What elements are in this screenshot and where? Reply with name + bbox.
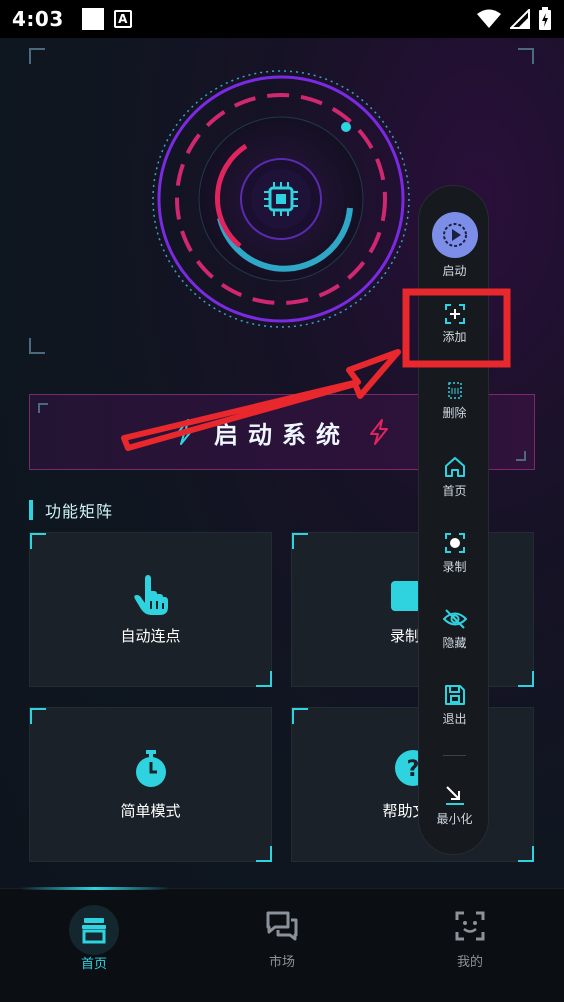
float-item-label: 退出 <box>442 712 467 726</box>
float-divider <box>443 755 466 756</box>
nav-item-home[interactable]: 首页 <box>44 905 144 972</box>
battery-icon <box>539 7 551 30</box>
record-icon <box>444 533 465 553</box>
card-label: 帮助文档 <box>382 802 443 820</box>
play-icon <box>431 212 478 258</box>
floating-toolbar[interactable]: 启动 添加 删除 首页 录制 隐藏 退出 最小化 <box>418 185 489 855</box>
float-item-label: 隐藏 <box>442 636 467 650</box>
bolt-icon <box>370 419 388 445</box>
save-icon <box>444 685 465 705</box>
corner-bracket <box>518 671 534 687</box>
corner-bracket <box>30 533 46 549</box>
nav-glow-line <box>20 887 170 890</box>
corner-bracket <box>29 48 45 64</box>
corner-bracket <box>256 671 272 687</box>
float-item-label: 最小化 <box>436 812 473 826</box>
card-label: 录制器 <box>389 627 435 645</box>
card-recorder[interactable]: 录制器 <box>291 532 534 687</box>
float-item-exit[interactable]: 退出 <box>419 684 490 727</box>
eye-off-icon <box>442 609 467 629</box>
corner-bracket <box>518 48 534 64</box>
delete-icon <box>447 382 462 399</box>
corner-bracket <box>292 708 308 724</box>
hand-pointer-icon <box>133 575 168 615</box>
corner-bracket <box>29 338 45 354</box>
float-item-hide[interactable]: 隐藏 <box>419 608 490 651</box>
add-target-icon <box>444 304 465 324</box>
home-box-icon <box>82 918 106 944</box>
nav-active-bubble <box>69 905 119 955</box>
status-time: 4:03 <box>12 7 64 31</box>
nav-label: 市场 <box>268 955 295 970</box>
wifi-icon <box>477 9 501 28</box>
signal-icon <box>510 9 530 29</box>
home-icon <box>444 457 465 477</box>
float-item-delete[interactable]: 删除 <box>419 380 490 421</box>
section-header: 功能矩阵 <box>29 498 113 522</box>
card-label: 简单模式 <box>120 802 181 820</box>
corner-bracket <box>38 403 48 413</box>
face-icon <box>455 911 485 941</box>
corner-bracket <box>256 846 272 862</box>
float-item-label: 启动 <box>442 264 467 278</box>
bottom-navigation: 首页 市场 我的 <box>0 887 564 1002</box>
chat-icon <box>266 911 298 941</box>
nav-label: 首页 <box>80 957 107 972</box>
nav-item-mine[interactable]: 我的 <box>420 905 520 970</box>
float-item-start[interactable]: 启动 <box>419 212 490 279</box>
bolt-icon <box>176 419 194 445</box>
status-bar: 4:03 A <box>0 0 564 38</box>
card-simple-mode[interactable]: 简单模式 <box>29 707 272 862</box>
float-item-record[interactable]: 录制 <box>419 532 490 575</box>
corner-bracket <box>516 451 526 461</box>
float-item-label: 删除 <box>442 406 467 420</box>
float-item-label: 首页 <box>442 484 467 498</box>
start-system-label: 启动系统 <box>214 420 350 449</box>
float-item-add[interactable]: 添加 <box>419 304 490 345</box>
svg-text:?: ? <box>406 757 419 782</box>
float-item-label: 添加 <box>442 330 467 344</box>
float-item-home[interactable]: 首页 <box>419 456 490 499</box>
nav-item-market[interactable]: 市场 <box>232 905 332 970</box>
system-orb-graphic[interactable] <box>150 68 412 330</box>
app-screen: 4:03 A 启动系统 功能矩阵 自动连点 录制器 简单模式 ? 帮助文档 启动… <box>0 0 564 1002</box>
section-accent-bar <box>29 500 33 520</box>
card-auto-click[interactable]: 自动连点 <box>29 532 272 687</box>
corner-bracket <box>292 533 308 549</box>
float-item-label: 录制 <box>442 560 467 574</box>
notification-square-icon <box>81 8 104 30</box>
corner-bracket <box>30 708 46 724</box>
card-label: 自动连点 <box>120 627 181 645</box>
nav-label: 我的 <box>456 955 483 970</box>
section-title: 功能矩阵 <box>45 502 114 521</box>
accessibility-a-icon: A <box>113 10 132 28</box>
stopwatch-icon <box>135 750 166 787</box>
card-help-docs[interactable]: ? 帮助文档 <box>291 707 534 862</box>
minimize-icon <box>445 786 464 805</box>
float-item-minimize[interactable]: 最小化 <box>419 784 490 827</box>
corner-bracket <box>518 846 534 862</box>
